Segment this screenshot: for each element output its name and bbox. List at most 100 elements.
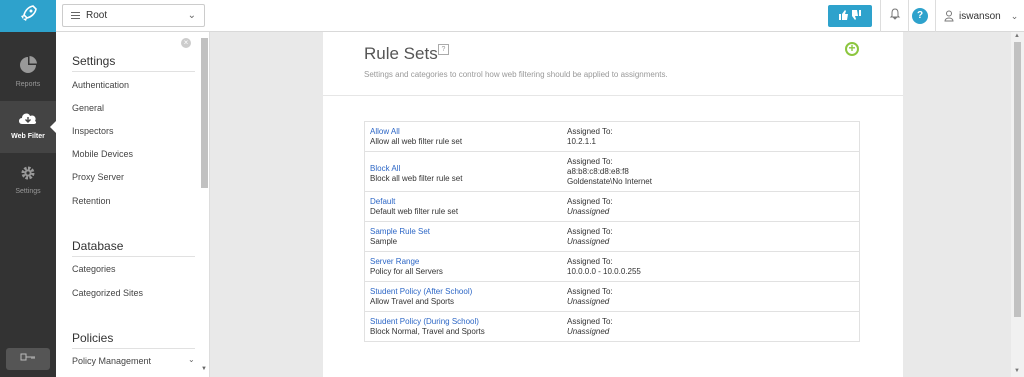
- sidebar-scrollbar[interactable]: [201, 38, 208, 188]
- app-logo[interactable]: [0, 0, 56, 32]
- rule-set-name-link[interactable]: Student Policy (After School): [370, 287, 557, 297]
- assigned-value: Unassigned: [567, 207, 610, 216]
- rule-set-name-link[interactable]: Sample Rule Set: [370, 227, 557, 237]
- assigned-label: Assigned To:: [567, 287, 613, 296]
- assigned-label: Assigned To:: [567, 197, 613, 206]
- table-row[interactable]: Default Default web filter rule set Assi…: [365, 192, 859, 222]
- rule-set-description: Block all web filter rule set: [370, 174, 463, 183]
- settings-sidebar: × Settings Authentication General Inspec…: [56, 32, 210, 377]
- sidebar-item-authentication[interactable]: Authentication: [72, 80, 129, 90]
- page-subtitle: Settings and categories to control how w…: [364, 70, 668, 79]
- sidebar-item-retention[interactable]: Retention: [72, 196, 111, 206]
- table-row[interactable]: Allow All Allow all web filter rule set …: [365, 122, 859, 152]
- nav-reports[interactable]: Reports: [0, 47, 56, 99]
- question-icon[interactable]: ?: [912, 8, 928, 24]
- divider: [880, 0, 881, 32]
- chevron-down-icon: ⌄: [1010, 10, 1019, 21]
- add-rule-set-button[interactable]: +: [845, 42, 859, 56]
- rule-set-cell: Allow All Allow all web filter rule set: [365, 122, 562, 151]
- table-row[interactable]: Sample Rule Set Sample Assigned To: Unas…: [365, 222, 859, 252]
- sidebar-item-inspectors[interactable]: Inspectors: [72, 126, 114, 136]
- tree-icon: [71, 10, 80, 21]
- table-row[interactable]: Student Policy (During School) Block Nor…: [365, 312, 859, 342]
- user-icon: [944, 10, 954, 22]
- rule-set-description: Allow Travel and Sports: [370, 297, 455, 306]
- scroll-down-arrow[interactable]: ▼: [201, 366, 207, 372]
- assigned-value: 10.2.1.1: [567, 137, 596, 146]
- assigned-label: Assigned To:: [567, 157, 613, 166]
- nav-settings[interactable]: Settings: [0, 156, 56, 208]
- pie-chart-icon: [0, 55, 56, 77]
- rule-set-name-link[interactable]: Default: [370, 197, 557, 207]
- section-heading: Database: [72, 239, 124, 253]
- chevron-down-icon: ⌄: [187, 10, 196, 21]
- sidebar-item-policy-management[interactable]: Policy Management: [72, 356, 151, 366]
- divider: [908, 0, 909, 32]
- sidebar-item-proxy-server[interactable]: Proxy Server: [72, 172, 124, 182]
- sidebar-item-general[interactable]: General: [72, 103, 104, 113]
- chevron-down-icon[interactable]: ⌄: [188, 355, 195, 364]
- assigned-cell: Assigned To: Unassigned: [562, 312, 859, 341]
- bell-icon[interactable]: [886, 8, 904, 24]
- rule-set-cell: Server Range Policy for all Servers: [365, 252, 562, 281]
- sidebar-item-mobile-devices[interactable]: Mobile Devices: [72, 149, 133, 159]
- assigned-cell: Assigned To: a8:b8:c8:d8:e8:f8 Goldensta…: [562, 152, 859, 191]
- rule-set-cell: Block All Block all web filter rule set: [365, 152, 562, 191]
- user-name: iswanson: [959, 10, 1001, 22]
- divider: [72, 348, 195, 349]
- rule-set-description: Block Normal, Travel and Sports: [370, 327, 485, 336]
- scope-selector[interactable]: Root ⌄: [62, 4, 205, 27]
- assigned-label: Assigned To:: [567, 127, 613, 136]
- assigned-value: a8:b8:c8:d8:e8:f8: [567, 167, 629, 176]
- assigned-value: 10.0.0.0 - 10.0.0.255: [567, 267, 641, 276]
- rule-set-description: Sample: [370, 237, 398, 246]
- nav-web-filter[interactable]: Web Filter: [0, 101, 56, 153]
- rule-set-cell: Student Policy (During School) Block Nor…: [365, 312, 562, 341]
- feedback-button[interactable]: [828, 5, 872, 27]
- sidebar-item-categories[interactable]: Categories: [72, 264, 116, 274]
- rule-sets-panel: Rule Sets ? Settings and categories to c…: [323, 32, 903, 377]
- assigned-label: Assigned To:: [567, 257, 613, 266]
- rule-set-name-link[interactable]: Block All: [370, 164, 557, 174]
- rule-set-name-link[interactable]: Student Policy (During School): [370, 317, 557, 327]
- assigned-cell: Assigned To: Unassigned: [562, 282, 859, 311]
- help-icon[interactable]: ?: [438, 44, 449, 55]
- scope-value: Root: [86, 10, 108, 21]
- rule-sets-table: Allow All Allow all web filter rule set …: [364, 121, 860, 342]
- collapse-nav-button[interactable]: [6, 348, 50, 370]
- nav-web-filter-label: Web Filter: [11, 133, 45, 140]
- assigned-label: Assigned To:: [567, 317, 613, 326]
- plus-icon: +: [848, 41, 856, 55]
- rule-set-description: Default web filter rule set: [370, 207, 459, 216]
- rule-set-description: Allow all web filter rule set: [370, 137, 463, 146]
- rule-set-name-link[interactable]: Server Range: [370, 257, 557, 267]
- table-row[interactable]: Student Policy (After School) Allow Trav…: [365, 282, 859, 312]
- divider: [72, 71, 195, 72]
- thumbs-icon: [838, 9, 862, 24]
- assigned-cell: Assigned To: Unassigned: [562, 222, 859, 251]
- assigned-value: Unassigned: [567, 327, 610, 336]
- scroll-up-arrow[interactable]: ▲: [1014, 33, 1020, 39]
- top-bar: Root ⌄ ? iswanson ⌄: [0, 0, 1024, 32]
- rule-set-description: Policy for all Servers: [370, 267, 443, 276]
- assigned-value: Unassigned: [567, 237, 610, 246]
- rule-set-name-link[interactable]: Allow All: [370, 127, 557, 137]
- assigned-value: Goldenstate\No Internet: [567, 177, 652, 186]
- user-menu[interactable]: iswanson ⌄: [944, 0, 1018, 32]
- table-row[interactable]: Block All Block all web filter rule set …: [365, 152, 859, 192]
- page-title: Rule Sets: [364, 44, 438, 63]
- scroll-down-arrow[interactable]: ▼: [1014, 368, 1020, 374]
- nav-settings-label: Settings: [15, 188, 41, 195]
- divider: [323, 95, 903, 96]
- rule-set-cell: Sample Rule Set Sample: [365, 222, 562, 251]
- scrollbar-thumb[interactable]: [1014, 42, 1021, 317]
- section-heading: Policies: [72, 331, 114, 345]
- close-icon[interactable]: ×: [181, 38, 191, 48]
- table-row[interactable]: Server Range Policy for all Servers Assi…: [365, 252, 859, 282]
- assigned-cell: Assigned To: 10.2.1.1: [562, 122, 859, 151]
- page-scrollbar[interactable]: ▲ ▼: [1011, 32, 1024, 377]
- assigned-cell: Assigned To: 10.0.0.0 - 10.0.0.255: [562, 252, 859, 281]
- sidebar-item-categorized-sites[interactable]: Categorized Sites: [72, 288, 143, 298]
- key-icon: [20, 353, 36, 364]
- divider: [72, 256, 195, 257]
